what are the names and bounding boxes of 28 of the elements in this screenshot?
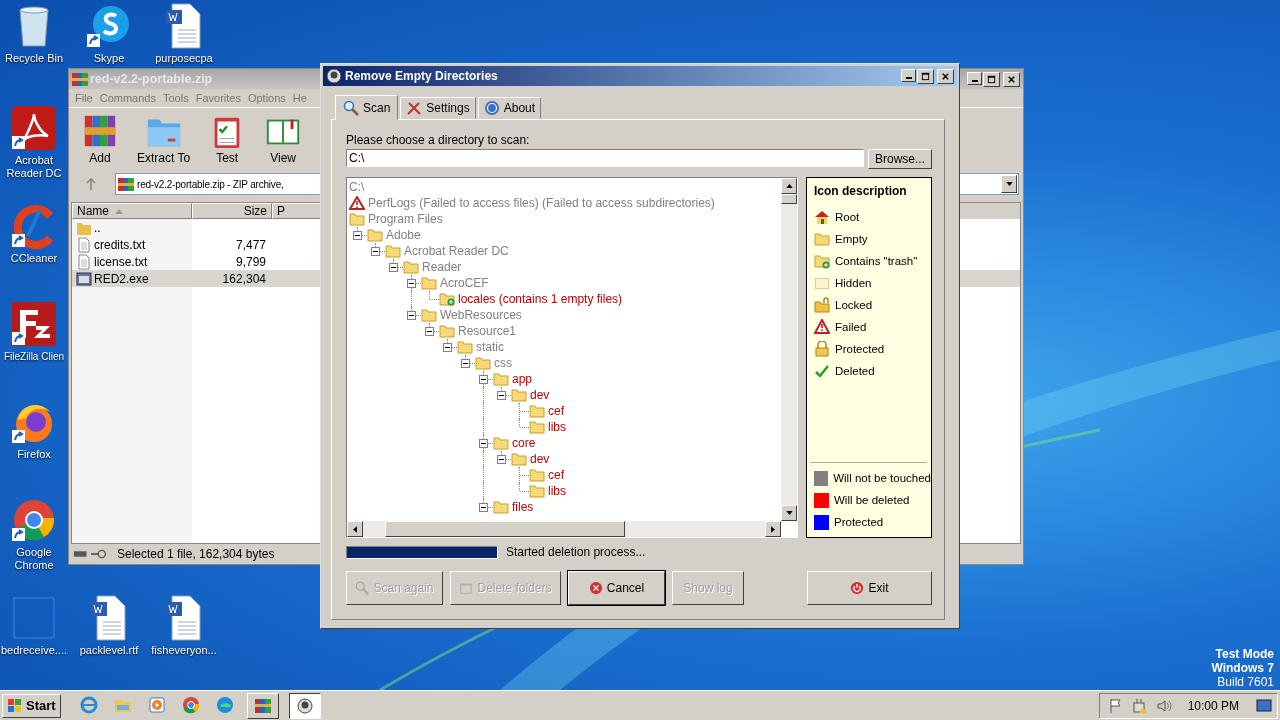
legend-label: Will not be touched [833, 472, 931, 484]
system-notice: Windows 7 [1211, 661, 1274, 675]
window-title: Remove Empty Directories [345, 69, 498, 83]
system-notice: Build 7601 [1217, 675, 1274, 689]
window-title: red-v2.2-portable.zip [90, 72, 213, 86]
file-size: 162,304 [222, 271, 266, 286]
status-text: Started deletion process... [506, 545, 646, 559]
field-label: Please choose a directory to scan: [346, 133, 531, 147]
legend-title: Icon description [814, 184, 908, 198]
legend-label: Failed [835, 321, 867, 333]
legend-label: Empty [835, 233, 868, 245]
file-name: .. [94, 220, 101, 235]
legend-label: Contains "trash" [835, 255, 918, 267]
legend-label: Protected [835, 343, 885, 355]
address-text: red-v2.2-portable.zip - ZIP archive, [137, 178, 284, 190]
legend-label: Root [835, 211, 860, 223]
file-name: license.txt [94, 254, 148, 269]
legend-label: Hidden [835, 277, 872, 289]
legend-label: Protected [834, 516, 884, 528]
system-notice: Test Mode [1215, 647, 1274, 661]
file-name: RED2.exe [94, 271, 149, 286]
legend-label: Deleted [835, 365, 875, 377]
legend-label: Will be deleted [834, 494, 910, 506]
file-size: 7,477 [235, 237, 266, 252]
legend-label: Locked [835, 299, 873, 311]
file-size: 9,799 [235, 254, 266, 269]
file-name: credits.txt [94, 237, 146, 252]
status-text: Selected 1 file, 162,304 bytes [117, 547, 275, 561]
